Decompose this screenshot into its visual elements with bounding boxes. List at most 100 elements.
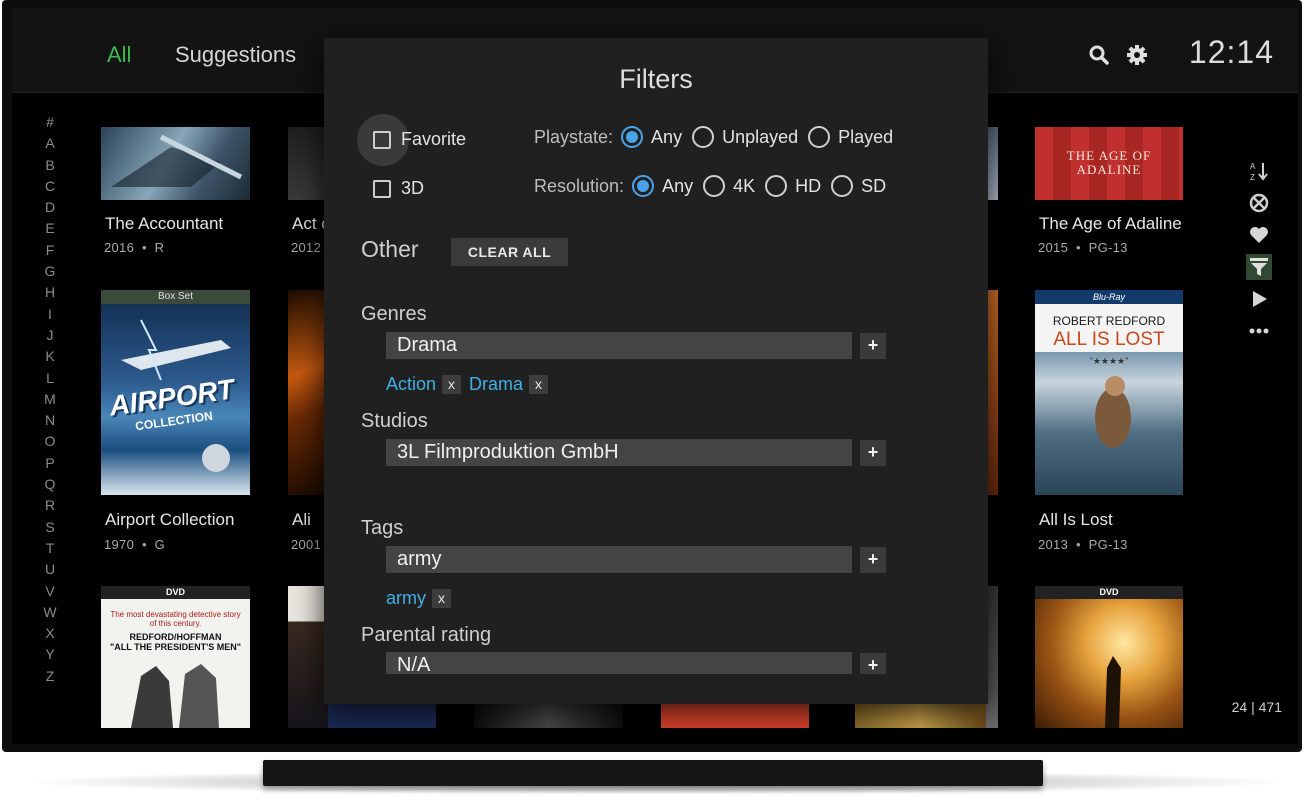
chip-remove-button[interactable]: x — [432, 589, 451, 608]
poster-all-the-presidents-men[interactable]: DVD The most devastating detective story… — [101, 586, 250, 728]
alphabet-letter[interactable]: P — [42, 453, 58, 474]
heart-icon[interactable] — [1246, 222, 1272, 248]
playstate-unplayed[interactable]: Unplayed — [692, 126, 798, 148]
poster-partial[interactable] — [661, 704, 809, 728]
alphabet-letter[interactable]: U — [42, 559, 58, 580]
poster-partial[interactable] — [474, 704, 623, 728]
search-icon[interactable] — [1088, 44, 1110, 66]
alphabet-letter[interactable]: S — [42, 517, 58, 538]
tab-suggestions[interactable]: Suggestions — [175, 42, 296, 68]
resolution-radio-group: Resolution: Any 4K HD SD — [534, 175, 896, 197]
sort-az-icon[interactable]: AZ — [1246, 158, 1272, 184]
dialog-title: Filters — [619, 64, 693, 94]
alphabet-letter[interactable]: A — [42, 133, 58, 154]
alphabet-letter[interactable]: G — [42, 261, 58, 282]
chip-label: army — [386, 588, 426, 608]
alphabet-letter[interactable]: W — [42, 602, 58, 623]
playstate-label: Playstate: — [534, 126, 614, 147]
poster-meta: 2015 • PG-13 — [1038, 240, 1128, 255]
poster-the-age-of-adaline[interactable]: THE AGE OF ADALINE — [1035, 127, 1183, 200]
chip-remove-button[interactable]: x — [442, 375, 462, 394]
poster-airport-collection[interactable]: Box Set AIRPORT COLLECTION — [101, 290, 250, 495]
poster-title: All Is Lost — [1039, 510, 1113, 529]
poster-meta: 2001 — [291, 537, 322, 552]
favorite-checkbox[interactable]: Favorite — [373, 129, 466, 150]
alphabet-letter[interactable]: E — [42, 218, 58, 239]
filter-icon[interactable] — [1246, 254, 1272, 280]
alphabet-letter[interactable]: O — [42, 431, 58, 452]
alphabet-letter[interactable]: K — [42, 346, 58, 367]
alphabet-letter[interactable]: Q — [42, 474, 58, 495]
alphabet-letter[interactable]: R — [42, 495, 58, 516]
alphabet-letter[interactable]: X — [42, 623, 58, 644]
genres-chips: Action x Drama x — [386, 374, 556, 395]
clock: 12:14 — [1188, 34, 1274, 70]
poster-partial[interactable] — [288, 586, 328, 728]
poster-all-is-lost[interactable]: Blu-Ray ROBERT REDFORD ALL IS LOST "★★★★… — [1035, 290, 1183, 495]
other-heading: Other — [361, 236, 419, 262]
alphabet-letter[interactable]: Y — [42, 644, 58, 665]
radio-selected — [632, 175, 655, 197]
poster-the-accountant[interactable] — [101, 127, 250, 200]
parental-rating-add-button[interactable]: + — [860, 653, 886, 674]
poster-partial[interactable] — [855, 704, 986, 728]
poster-meta: 1970 • G — [104, 537, 166, 552]
alphabet-letter[interactable]: J — [42, 325, 58, 346]
parental-rating-label: Parental rating — [361, 624, 492, 646]
genres-add-button[interactable]: + — [860, 333, 886, 359]
filters-dialog: Filters Favorite 3D Playstate: Any Unpla… — [324, 38, 988, 704]
clear-all-button[interactable]: CLEAR ALL — [451, 238, 568, 266]
studios-add-button[interactable]: + — [860, 440, 886, 466]
3d-label: 3D — [401, 178, 425, 198]
poster-meta: 2016 • R — [104, 240, 165, 255]
tags-chips: army x — [386, 588, 459, 609]
chip-label: Drama — [469, 374, 524, 394]
alphabet-letter[interactable]: F — [42, 240, 58, 261]
chip-remove-button[interactable]: x — [529, 375, 549, 394]
parental-rating-select[interactable]: N/A — [386, 652, 852, 674]
no-sign-icon[interactable] — [1246, 190, 1272, 216]
alphabet-letter[interactable]: L — [42, 368, 58, 389]
tags-add-button[interactable]: + — [860, 547, 886, 573]
poster-ali[interactable] — [288, 290, 328, 495]
alphabet-jump-list: # A B C D E F G H I J K L M N O P Q R S T U V W X Y Z — [42, 112, 58, 687]
gear-icon[interactable] — [1126, 44, 1148, 66]
chip-label: Action — [386, 374, 437, 394]
svg-text:Z: Z — [1250, 173, 1255, 182]
genres-select[interactable]: Drama — [386, 332, 852, 359]
tab-all[interactable]: All — [107, 42, 131, 68]
poster-art-text: THE AGE OF ADALINE — [1066, 148, 1152, 177]
poster-act-of-valor[interactable] — [288, 127, 328, 200]
alphabet-letter[interactable]: C — [42, 176, 58, 197]
item-counter: 24 | 471 — [1231, 699, 1282, 715]
resolution-any[interactable]: Any — [632, 175, 693, 197]
play-icon[interactable] — [1246, 286, 1272, 312]
resolution-4k[interactable]: 4K — [703, 175, 755, 197]
tags-select[interactable]: army — [386, 546, 852, 573]
studios-select[interactable]: 3L Filmproduktion GmbH — [386, 439, 852, 466]
tv-stand — [263, 760, 1043, 786]
poster-the-road[interactable]: DVD — [1035, 586, 1183, 728]
alphabet-letter[interactable]: V — [42, 581, 58, 602]
top-icons — [1088, 44, 1148, 66]
resolution-hd[interactable]: HD — [765, 175, 821, 197]
resolution-sd[interactable]: SD — [831, 175, 886, 197]
tags-label: Tags — [361, 517, 404, 539]
alphabet-letter[interactable]: H — [42, 282, 58, 303]
alphabet-letter[interactable]: Z — [42, 666, 58, 687]
alphabet-letter[interactable]: I — [42, 304, 58, 325]
poster-partial[interactable] — [328, 704, 436, 728]
playstate-played[interactable]: Played — [808, 126, 893, 148]
screen: All Suggestions 12:14 # A B C D E F G H I J K L M N O P Q… — [12, 8, 1298, 744]
more-icon[interactable] — [1246, 318, 1272, 344]
alphabet-letter[interactable]: T — [42, 538, 58, 559]
3d-checkbox[interactable]: 3D — [373, 178, 424, 199]
alphabet-letter[interactable]: B — [42, 155, 58, 176]
alphabet-letter[interactable]: N — [42, 410, 58, 431]
alphabet-letter[interactable]: D — [42, 197, 58, 218]
poster-title: The Accountant — [105, 214, 224, 233]
alphabet-letter[interactable]: M — [42, 389, 58, 410]
playstate-any[interactable]: Any — [621, 126, 682, 148]
radio-unselected — [831, 175, 854, 197]
alphabet-letter[interactable]: # — [42, 112, 58, 133]
